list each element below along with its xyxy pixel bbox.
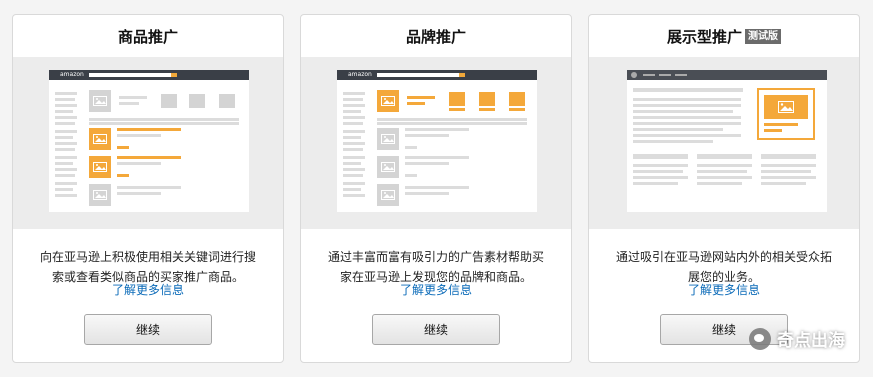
mock-ad-image-icon bbox=[764, 95, 808, 119]
mock-ad-image-icon bbox=[509, 92, 525, 106]
desc-line-1: 通过吸引在亚马逊网站内外的相关受众拓 bbox=[615, 250, 832, 264]
mock-page bbox=[627, 70, 827, 212]
mock-search-bar bbox=[377, 73, 465, 77]
mock-header-bar: amazon bbox=[337, 70, 537, 80]
desc-line-1: 通过丰富而富有吸引力的广告素材帮助买 bbox=[327, 250, 544, 264]
mock-page: amazon bbox=[49, 70, 249, 212]
mock-image-icon bbox=[89, 90, 111, 112]
mock-avatar-icon bbox=[631, 72, 637, 78]
mock-image-icon bbox=[161, 94, 177, 108]
continue-button[interactable]: 继续 bbox=[372, 314, 500, 345]
card-title: 品牌推广 bbox=[301, 15, 571, 57]
mock-image-icon bbox=[377, 184, 399, 206]
card-title: 展示型推广 测试版 bbox=[589, 15, 859, 57]
watermark: 奇点出海 bbox=[749, 326, 845, 351]
mock-search-bar bbox=[89, 73, 177, 77]
mock-image-icon bbox=[377, 156, 399, 178]
sponsored-products-preview: amazon bbox=[13, 57, 283, 229]
mock-ad-image-icon bbox=[89, 128, 111, 150]
sponsored-display-preview bbox=[589, 57, 859, 229]
mock-ad-image-icon bbox=[479, 92, 495, 106]
learn-more-link[interactable]: 了解更多信息 bbox=[13, 281, 283, 298]
mock-brand-logo-icon bbox=[377, 90, 399, 112]
sponsored-brands-card: 品牌推广 amazon 通过丰富而富有吸引力的广告素材帮助买 家在亚马逊上发现您… bbox=[300, 14, 572, 363]
mock-ad-image-icon bbox=[449, 92, 465, 106]
mock-header-bar: amazon bbox=[49, 70, 249, 80]
watermark-text: 奇点出海 bbox=[777, 331, 845, 351]
mock-image-icon bbox=[377, 128, 399, 150]
card-title-text: 品牌推广 bbox=[405, 27, 466, 46]
learn-more-link[interactable]: 了解更多信息 bbox=[589, 281, 859, 298]
mock-header-bar bbox=[627, 70, 827, 80]
mock-image-icon bbox=[189, 94, 205, 108]
card-title: 商品推广 bbox=[13, 15, 283, 57]
card-title-text: 展示型推广 bbox=[666, 27, 742, 46]
wechat-icon bbox=[749, 327, 771, 350]
sponsored-brands-preview: amazon bbox=[301, 57, 571, 229]
mock-display-ad bbox=[757, 88, 815, 140]
card-title-text: 商品推广 bbox=[117, 27, 178, 46]
desc-line-1: 向在亚马逊上积极使用相关关键词进行搜 bbox=[39, 250, 256, 264]
learn-more-link[interactable]: 了解更多信息 bbox=[301, 281, 571, 298]
mock-logo: amazon bbox=[60, 71, 84, 78]
mock-logo: amazon bbox=[348, 71, 372, 78]
mock-ad-image-icon bbox=[89, 156, 111, 178]
mock-image-icon bbox=[89, 184, 111, 206]
sponsored-products-card: 商品推广 amazon 向在亚马逊上积极使用相关关键词进行搜 索或查看类似商品的… bbox=[12, 14, 284, 363]
sponsored-display-card: 展示型推广 测试版 通过吸引在亚马逊网站内外的相关受众拓 展您的业务。 了解更多… bbox=[588, 14, 860, 363]
beta-badge: 测试版 bbox=[745, 28, 781, 44]
continue-button[interactable]: 继续 bbox=[84, 314, 212, 345]
mock-image-icon bbox=[219, 94, 235, 108]
mock-page: amazon bbox=[337, 70, 537, 212]
